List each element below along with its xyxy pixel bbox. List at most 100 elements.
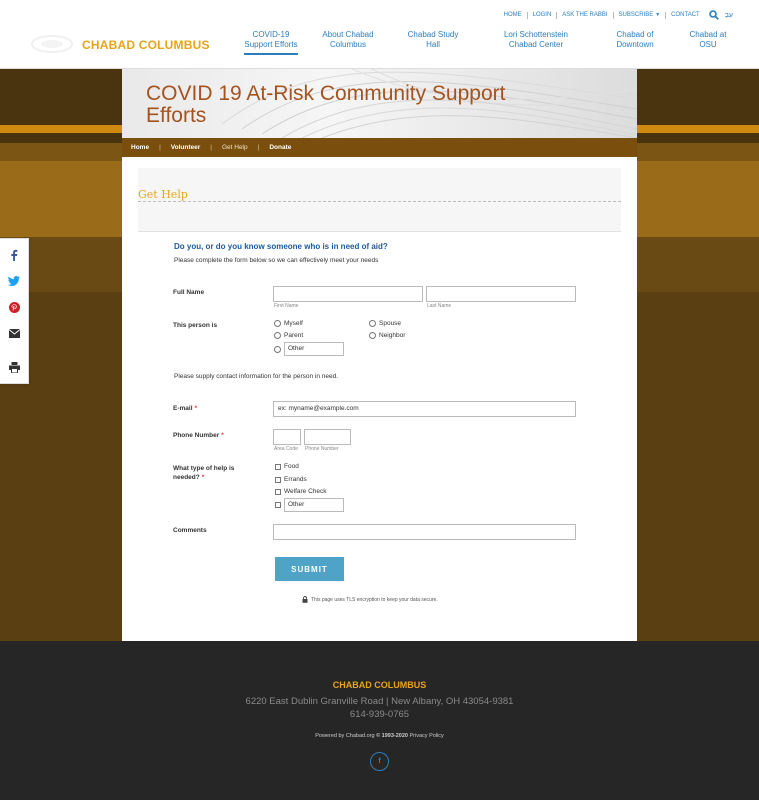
privacy-policy-link[interactable]: Privacy Policy xyxy=(410,733,444,739)
footer-phone: 614-939-0765 xyxy=(349,709,410,720)
checkbox-food[interactable]: Food xyxy=(275,463,299,470)
checkbox-welfare-check[interactable]: Welfare Check xyxy=(275,488,327,495)
site-footer: CHABAD COLUMBUS 6220 East Dublin Granvil… xyxy=(0,641,759,800)
checkbox-errands[interactable]: Errands xyxy=(275,476,307,483)
site-logo-text[interactable]: CHABAD COLUMBUS xyxy=(82,38,210,52)
caret-down-icon: ▼ xyxy=(655,11,661,18)
radio-circle xyxy=(369,332,376,339)
footer-facebook-icon[interactable]: f xyxy=(370,752,389,771)
radio-other[interactable]: Other xyxy=(274,342,344,356)
chabad-org-link[interactable]: Chabad.org xyxy=(346,733,375,739)
radio-circle xyxy=(369,320,376,327)
print-button[interactable] xyxy=(7,360,21,374)
option-label: Parent xyxy=(284,332,304,339)
pinterest-share-button[interactable] xyxy=(7,300,21,314)
subnav-home[interactable]: Home xyxy=(131,144,149,151)
section-rule xyxy=(138,201,621,202)
secure-note: This page uses TLS encryption to keep yo… xyxy=(302,596,438,603)
phone-number-caption: Phone Number xyxy=(305,446,339,452)
nav-about-chabad[interactable]: About Chabad Columbus xyxy=(316,30,380,50)
nav-lori-schottenstein[interactable]: Lori Schottenstein Chabad Center xyxy=(492,30,580,50)
subscribe-label: SUBSCRIBE xyxy=(618,11,654,18)
utility-nav: HOME LOGIN ASK THE RABBI SUBSCRIBE ▼ CONT… xyxy=(499,10,733,20)
checkbox-box xyxy=(275,463,281,470)
secure-note-text: This page uses TLS encryption to keep yo… xyxy=(311,596,438,603)
checkbox-box xyxy=(275,476,281,483)
subnav-get-help[interactable]: Get Help xyxy=(222,144,248,151)
facebook-icon xyxy=(11,249,18,261)
nav-downtown[interactable]: Chabad of Downtown xyxy=(608,30,662,50)
nav-osu[interactable]: Chabad at OSU xyxy=(688,30,728,50)
main-nav: COVID-19 Support Efforts About Chabad Co… xyxy=(214,30,759,56)
email-share-button[interactable] xyxy=(7,326,21,340)
comments-label: Comments xyxy=(173,527,207,534)
email-icon xyxy=(8,328,20,338)
twitter-icon xyxy=(8,276,20,286)
checkbox-box xyxy=(275,488,281,495)
checkbox-box xyxy=(275,502,281,508)
radio-spouse[interactable]: Spouse xyxy=(369,320,401,327)
option-label: Spouse xyxy=(379,320,402,327)
form-subheading: Please complete the form below so we can… xyxy=(174,257,379,264)
nav-covid-support[interactable]: COVID-19 Support Efforts xyxy=(244,30,298,55)
this-person-label: This person is xyxy=(173,322,218,329)
logo-emblem-icon[interactable] xyxy=(30,33,74,55)
required-mark: * xyxy=(221,432,224,439)
phone-number-input[interactable] xyxy=(304,429,351,445)
radio-circle xyxy=(274,332,281,339)
option-label: Errands xyxy=(284,476,307,483)
footer-powered-by: Powered by Chabad.org © 1993-2020 Privac… xyxy=(0,733,759,739)
ask-rabbi-link[interactable]: ASK THE RABBI xyxy=(557,11,614,19)
email-field[interactable]: ex: myname@example.com xyxy=(273,401,576,417)
footer-org-name: CHABAD COLUMBUS xyxy=(332,680,427,690)
option-label: Neighbor xyxy=(379,332,406,339)
login-link[interactable]: LOGIN xyxy=(528,11,558,19)
help-type-label: What type of help is needed? * xyxy=(173,464,258,482)
option-label: Food xyxy=(284,463,299,470)
section-title: Get Help xyxy=(138,188,192,201)
language-toggle[interactable]: עִבְ xyxy=(725,12,733,19)
nav-study-hall[interactable]: Chabad Study Hall xyxy=(406,30,460,50)
form-heading: Do you, or do you know someone who is in… xyxy=(174,242,388,251)
footer-address: 6220 East Dublin Granville Road | New Al… xyxy=(245,696,514,707)
powered-prefix: Powered by xyxy=(315,733,345,739)
facebook-share-button[interactable] xyxy=(7,248,21,262)
full-name-label: Full Name xyxy=(173,289,205,296)
subnav-volunteer[interactable]: Volunteer xyxy=(171,144,201,151)
other-person-input[interactable]: Other xyxy=(284,342,344,356)
subnav-donate[interactable]: Donate xyxy=(269,144,291,151)
contact-note: Please supply contact information for th… xyxy=(174,373,339,380)
radio-neighbor[interactable]: Neighbor xyxy=(369,332,405,339)
option-label: Myself xyxy=(284,320,303,327)
first-name-input[interactable] xyxy=(273,286,423,302)
area-code-input[interactable] xyxy=(273,429,301,445)
checkbox-other[interactable]: Other xyxy=(275,498,344,512)
radio-myself[interactable]: Myself xyxy=(274,320,303,327)
required-mark: * xyxy=(194,405,198,412)
email-label-text: E-mail xyxy=(173,405,193,412)
twitter-share-button[interactable] xyxy=(7,274,21,288)
home-link[interactable]: HOME xyxy=(499,11,528,19)
last-name-caption: Last Name xyxy=(427,303,452,309)
area-code-caption: Area Code xyxy=(274,446,298,452)
comments-textarea[interactable] xyxy=(273,524,576,540)
search-icon[interactable] xyxy=(708,10,719,20)
email-label: E-mail * xyxy=(173,404,197,413)
subscribe-dropdown[interactable]: SUBSCRIBE ▼ xyxy=(614,11,667,19)
lock-icon xyxy=(302,596,308,603)
submit-button[interactable]: SUBMIT xyxy=(275,557,344,581)
sub-nav: Home | Volunteer | Get Help | Donate xyxy=(122,138,637,157)
phone-label: Phone Number * xyxy=(173,431,224,440)
contact-link[interactable]: CONTACT xyxy=(666,12,705,19)
separator: | xyxy=(257,144,260,151)
page-title: COVID 19 At-Risk Community Support Effor… xyxy=(146,82,506,127)
radio-circle xyxy=(274,345,281,353)
option-label: Welfare Check xyxy=(284,488,327,495)
separator: | xyxy=(210,144,212,151)
radio-parent[interactable]: Parent xyxy=(274,332,303,339)
print-icon xyxy=(8,361,20,373)
social-share-bar xyxy=(0,238,29,384)
other-help-input[interactable]: Other xyxy=(284,498,344,512)
radio-circle xyxy=(274,320,281,327)
last-name-input[interactable] xyxy=(426,286,576,302)
